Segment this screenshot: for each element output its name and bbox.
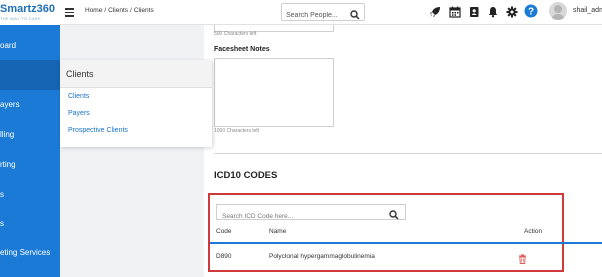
- breadcrumb-clients[interactable]: Clients: [108, 7, 128, 14]
- sidebar-item-s1[interactable]: s: [0, 190, 4, 199]
- contact-book-icon[interactable]: [468, 5, 480, 17]
- facesheet-notes-textarea[interactable]: [214, 58, 334, 127]
- submenu-header: Clients: [60, 60, 212, 88]
- column-header-name: Name: [269, 228, 287, 235]
- breadcrumb-home[interactable]: Home: [85, 7, 102, 14]
- submenu-title: Clients: [66, 69, 94, 79]
- username[interactable]: shail_admi: [573, 7, 602, 14]
- calendar-icon[interactable]: [449, 5, 461, 18]
- avatar[interactable]: [549, 2, 567, 20]
- search-icon[interactable]: [350, 7, 360, 25]
- breadcrumb-separator: /: [104, 7, 107, 14]
- table-header-line: [210, 242, 602, 244]
- icd-search-box: [216, 204, 406, 224]
- breadcrumb: Home / Clients / Clients: [85, 7, 154, 14]
- sidebar-item-payers[interactable]: ayers: [0, 100, 20, 109]
- breadcrumb-separator: /: [130, 7, 132, 14]
- sidebar-item-s2[interactable]: s: [0, 219, 4, 228]
- svg-text:?: ?: [528, 7, 534, 18]
- submenu-item-payers[interactable]: Payers: [68, 110, 90, 117]
- sidebar-item-marketing-services[interactable]: eting Services: [0, 248, 50, 257]
- facesheet-chars-left: 1000 Characters left: [214, 128, 260, 134]
- icd-codes-section: Code Name Action D890 Polyclonal hyperga…: [208, 193, 602, 272]
- breadcrumb-current: Clients: [133, 7, 154, 14]
- icd-search-input[interactable]: [217, 209, 387, 224]
- sidebar-item-billing[interactable]: lling: [0, 130, 14, 139]
- table-row: D890 Polyclonal hypergammaglobulinemia: [210, 248, 562, 264]
- search-people-input[interactable]: [282, 7, 348, 24]
- icd-codes-title: ICD10 CODES: [214, 170, 278, 181]
- notes-chars-left: 500 Characters left: [214, 31, 257, 37]
- help-icon[interactable]: ?: [524, 4, 538, 18]
- section-divider: [214, 153, 602, 154]
- sidebar: Smartz360 THE WAY TO CARE oard ayers lli…: [0, 0, 60, 277]
- rocket-icon[interactable]: [429, 5, 441, 17]
- search-icon[interactable]: [389, 207, 399, 225]
- sidebar-item-reporting[interactable]: rting: [0, 160, 16, 169]
- bell-icon[interactable]: [487, 5, 499, 18]
- gear-icon[interactable]: [506, 5, 518, 18]
- logo-text: Smartz360: [0, 3, 56, 15]
- sidebar-item-dashboard[interactable]: oard: [0, 41, 16, 50]
- search-people-box: [281, 3, 365, 24]
- submenu-item-clients[interactable]: Clients: [68, 93, 89, 100]
- top-header: Home/Clients/Clients ? shail_admi: [60, 0, 602, 25]
- logo-tagline: THE WAY TO CARE: [0, 16, 41, 21]
- column-header-code: Code: [216, 228, 232, 235]
- clients-submenu: Clients Clients Payers Prospective Clien…: [60, 60, 212, 147]
- row-code: D890: [216, 253, 232, 260]
- trash-icon[interactable]: [518, 251, 527, 269]
- sidebar-active-highlight: [0, 60, 60, 90]
- row-name: Polyclonal hypergammaglobulinemia: [269, 253, 375, 260]
- column-header-action: Action: [524, 228, 543, 235]
- facesheet-notes-label: Facesheet Notes: [214, 46, 270, 53]
- submenu-item-prospective-clients[interactable]: Prospective Clients: [68, 127, 128, 134]
- logo[interactable]: Smartz360 THE WAY TO CARE: [0, 0, 60, 25]
- menu-icon[interactable]: [65, 8, 74, 17]
